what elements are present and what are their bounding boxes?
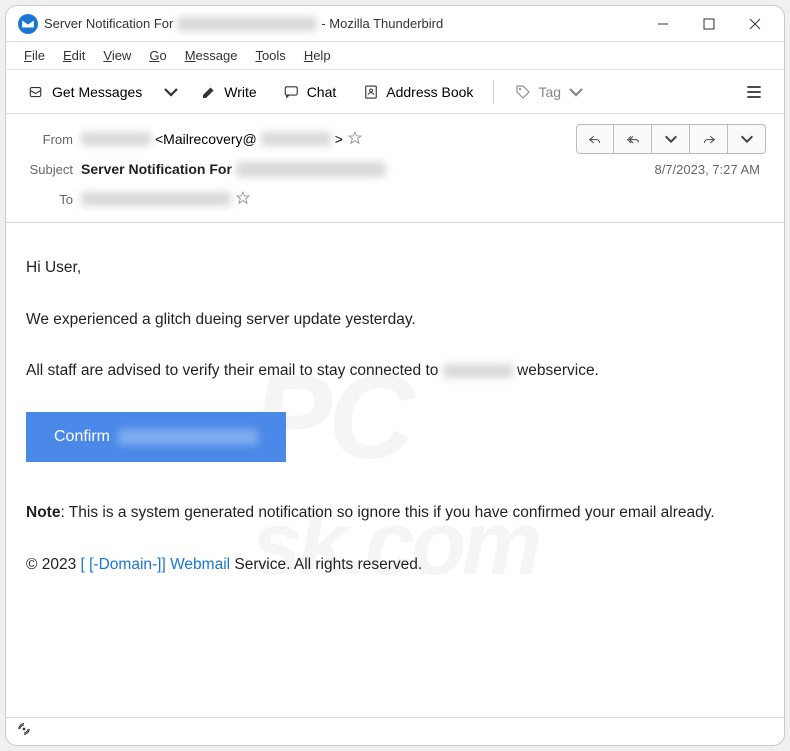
window-title: Server Notification For - Mozilla Thunde…	[44, 16, 640, 31]
app-window: Server Notification For - Mozilla Thunde…	[5, 5, 785, 746]
statusbar	[6, 717, 784, 745]
subject-value: Server Notification For	[81, 161, 654, 177]
toolbar: Get Messages Write Chat Address Book Tag	[6, 70, 784, 114]
chevron-down-icon	[567, 83, 585, 101]
star-icon[interactable]	[347, 130, 363, 149]
subject-label: Subject	[6, 162, 81, 177]
toolbar-separator	[493, 80, 494, 104]
reply-all-button[interactable]	[614, 124, 652, 154]
maximize-button[interactable]	[686, 9, 732, 39]
write-button[interactable]: Write	[190, 77, 266, 107]
chat-button[interactable]: Chat	[273, 77, 347, 107]
get-messages-dropdown[interactable]	[158, 77, 184, 107]
domain-link[interactable]: [ [-Domain-]] Webmail	[81, 556, 231, 573]
message-headers: From <Mailrecovery@> Subject Server Noti…	[6, 114, 784, 223]
from-label: From	[6, 132, 81, 147]
tag-icon	[514, 83, 532, 101]
to-value	[81, 190, 766, 209]
reply-button[interactable]	[576, 124, 614, 154]
menu-tools[interactable]: Tools	[247, 44, 293, 67]
to-label: To	[6, 192, 81, 207]
address-book-button[interactable]: Address Book	[352, 77, 483, 107]
app-menu-button[interactable]	[736, 74, 772, 110]
chevron-down-icon	[162, 83, 180, 101]
inbox-icon	[28, 83, 46, 101]
menu-help[interactable]: Help	[296, 44, 339, 67]
close-button[interactable]	[732, 9, 778, 39]
get-messages-button[interactable]: Get Messages	[18, 77, 152, 107]
titlebar: Server Notification For - Mozilla Thunde…	[6, 6, 784, 42]
greeting: Hi User,	[26, 257, 764, 279]
more-dropdown[interactable]	[728, 124, 766, 154]
copyright: © 2023 [ [-Domain-]] Webmail Service. Al…	[26, 554, 764, 576]
thunderbird-icon	[18, 14, 38, 34]
forward-button[interactable]	[690, 124, 728, 154]
body-line-1: We experienced a glitch dueing server up…	[26, 309, 764, 331]
message-actions	[576, 124, 766, 154]
hamburger-icon	[744, 82, 764, 102]
activity-icon[interactable]	[16, 721, 32, 742]
chat-icon	[283, 83, 301, 101]
date-stamp: 8/7/2023, 7:27 AM	[654, 162, 766, 177]
tag-button[interactable]: Tag	[504, 77, 595, 107]
message-body: PC sk.com Hi User, We experienced a glit…	[6, 223, 784, 717]
minimize-button[interactable]	[640, 9, 686, 39]
reply-dropdown[interactable]	[652, 124, 690, 154]
confirm-button[interactable]: Confirm	[26, 412, 286, 462]
pencil-icon	[200, 83, 218, 101]
star-icon[interactable]	[235, 190, 251, 209]
body-line-2: All staff are advised to verify their em…	[26, 360, 764, 382]
book-icon	[362, 83, 380, 101]
menubar: File Edit View Go Message Tools Help	[6, 42, 784, 70]
menu-file[interactable]: File	[16, 44, 53, 67]
menu-view[interactable]: View	[95, 44, 139, 67]
menu-go[interactable]: Go	[141, 44, 174, 67]
menu-message[interactable]: Message	[177, 44, 246, 67]
menu-edit[interactable]: Edit	[55, 44, 93, 67]
from-value: <Mailrecovery@>	[81, 130, 576, 149]
note-line: Note: This is a system generated notific…	[26, 502, 764, 524]
